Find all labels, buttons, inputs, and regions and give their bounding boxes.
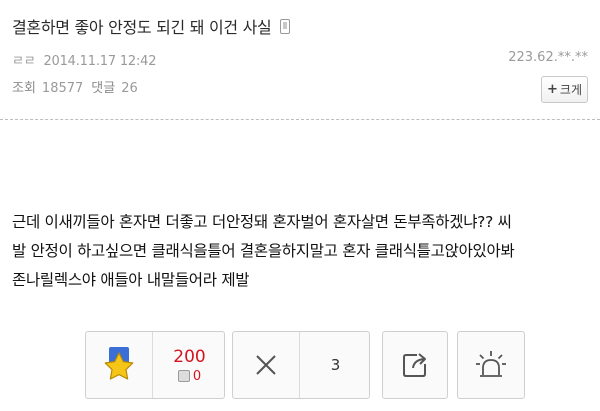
comments-count: 26 (121, 81, 138, 96)
recommend-box: 200 0 (85, 331, 225, 399)
post-meta: ㄹㄹ 2014.11.17 12:42 (12, 50, 157, 69)
oppose-box: 3 (232, 331, 370, 399)
post-body: 근데 이새끼들아 혼자면 더좋고 더안정돼 혼자벌어 혼자살면 돈부족하겠냐??… (12, 208, 598, 295)
enlarge-label: 크게 (559, 83, 582, 97)
recommend-button[interactable] (86, 332, 152, 398)
report-button[interactable] (457, 331, 525, 399)
author-ip: 223.62.**.** (508, 50, 588, 65)
post-date: 2014.11.17 12:42 (43, 54, 157, 69)
share-icon (403, 353, 426, 377)
star-icon (104, 347, 134, 380)
comments-label: 댓글 (91, 81, 116, 96)
oppose-count-cell: 3 (299, 332, 371, 398)
siren-icon (476, 351, 506, 377)
recommend-sub-count: 0 (192, 368, 202, 384)
body-line: 존나릴렉스야 애들아 내말들어라 제발 (12, 271, 250, 289)
post-header: 결혼하면 좋아 안정도 되긴 돼 이건 사실 ㄹㄹ 2014.11.17 12:… (0, 0, 600, 118)
oppose-count: 3 (330, 356, 341, 374)
report-cell (458, 332, 524, 398)
recommend-count: 200 (173, 346, 206, 367)
post-stats: 조회 18577 댓글 26 (12, 77, 138, 96)
header-divider (0, 119, 600, 120)
badge-icon (177, 370, 190, 382)
plus-icon: + (547, 82, 558, 97)
body-line: 발 안정이 하고싶으면 클래식을틀어 결혼을하지말고 혼자 클래식틀고앉아있아봐 (12, 242, 515, 260)
views-count: 18577 (41, 81, 84, 96)
share-cell (383, 332, 447, 398)
title-row: 결혼하면 좋아 안정도 되긴 돼 이건 사실 (12, 14, 291, 38)
share-button[interactable] (382, 331, 448, 399)
mobile-icon (280, 18, 291, 34)
views-label: 조회 (12, 81, 36, 96)
enlarge-text-button[interactable]: + 크게 (541, 76, 588, 103)
oppose-button[interactable] (233, 332, 299, 398)
author-name[interactable]: ㄹㄹ (12, 54, 36, 69)
post-title: 결혼하면 좋아 안정도 되긴 돼 이건 사실 (12, 18, 272, 37)
recommend-sub: 0 (177, 368, 202, 384)
x-icon (256, 355, 276, 375)
recommend-count-cell: 200 0 (152, 332, 226, 398)
body-line: 근데 이새끼들아 혼자면 더좋고 더안정돼 혼자벌어 혼자살면 돈부족하겠냐??… (12, 213, 512, 231)
